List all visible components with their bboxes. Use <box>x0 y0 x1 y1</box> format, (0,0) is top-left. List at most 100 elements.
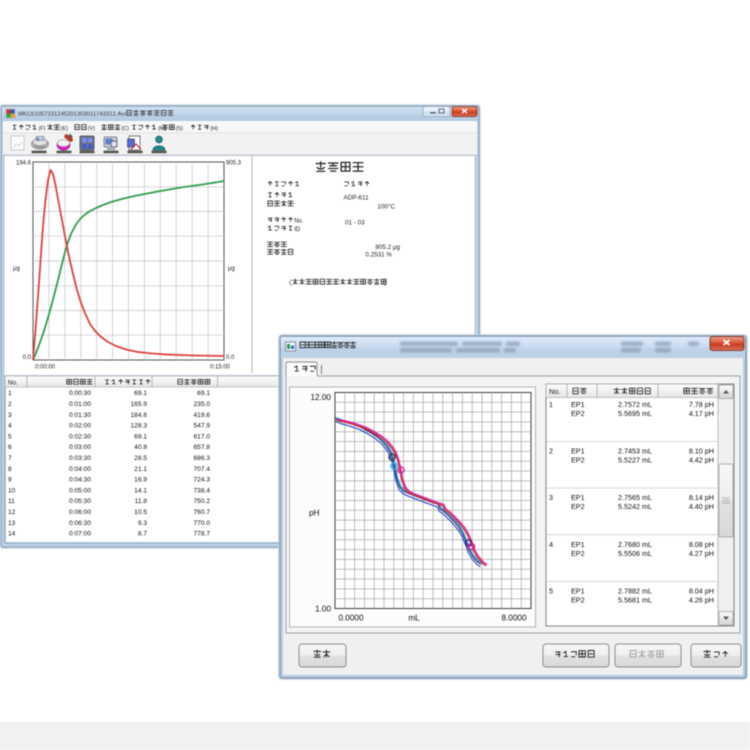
svg-text:5: 5 <box>549 586 553 595</box>
svg-text:8.14 pH: 8.14 pH <box>689 493 714 502</box>
svg-text:805.2 μg: 805.2 μg <box>375 244 400 251</box>
svg-text:5.5681 mL: 5.5681 mL <box>618 595 652 604</box>
svg-text:EP2: EP2 <box>571 409 585 418</box>
svg-text:0.0000: 0.0000 <box>338 614 363 623</box>
svg-text:ID: ID <box>294 227 301 233</box>
svg-text:8.10 pH: 8.10 pH <box>689 447 714 456</box>
svg-text:3: 3 <box>8 412 12 419</box>
svg-text:mL: mL <box>408 614 420 623</box>
svg-text:4: 4 <box>549 540 553 549</box>
svg-text:184.6: 184.6 <box>130 412 147 419</box>
svg-text:(H): (H) <box>210 126 218 132</box>
svg-text:5.5227 mL: 5.5227 mL <box>618 456 652 465</box>
svg-text:11.8: 11.8 <box>135 498 148 505</box>
svg-text:657.8: 657.8 <box>193 444 210 451</box>
svg-text:0:01:30: 0:01:30 <box>69 412 91 419</box>
svg-text:EP1: EP1 <box>571 493 585 502</box>
svg-text:3: 3 <box>549 493 553 502</box>
svg-text:μg: μg <box>13 266 20 272</box>
svg-text:1: 1 <box>8 390 12 397</box>
svg-text:2.7882 mL: 2.7882 mL <box>618 586 652 595</box>
svg-text:EP1: EP1 <box>571 400 585 409</box>
svg-text:14: 14 <box>8 531 16 538</box>
svg-text:0:05:30: 0:05:30 <box>69 498 91 505</box>
svg-text:(S): (S) <box>176 126 183 132</box>
svg-text:EP1: EP1 <box>571 540 585 549</box>
svg-text:0:04:30: 0:04:30 <box>69 477 91 484</box>
svg-text:0:00:30: 0:00:30 <box>69 390 91 397</box>
svg-text:5: 5 <box>8 433 12 440</box>
svg-text:2: 2 <box>8 401 12 408</box>
svg-text:0:00:00: 0:00:00 <box>35 365 56 371</box>
svg-text:9.3: 9.3 <box>138 520 147 527</box>
svg-text:5.5695 mL: 5.5695 mL <box>618 409 652 418</box>
svg-text:100°C: 100°C <box>377 202 395 210</box>
svg-text:7: 7 <box>8 455 12 462</box>
svg-text:8: 8 <box>8 466 12 473</box>
svg-text:4: 4 <box>8 423 12 430</box>
svg-text:〉: 〉 <box>384 279 391 287</box>
svg-text:2: 2 <box>549 447 553 456</box>
svg-text:EP2: EP2 <box>571 456 585 465</box>
svg-text:8.0000: 8.0000 <box>501 614 526 623</box>
svg-text:686.3: 686.3 <box>193 455 210 462</box>
svg-text:0:06:00: 0:06:00 <box>69 509 91 516</box>
svg-text:(C): (C) <box>121 126 129 132</box>
svg-text:MKC61057231245201303011743312.: MKC61057231245201303011743312.Avc - <box>18 111 131 117</box>
svg-text:760.7: 760.7 <box>193 509 210 516</box>
svg-text:EP2: EP2 <box>571 595 585 604</box>
svg-text:194.6: 194.6 <box>16 161 32 167</box>
svg-text:69.1: 69.1 <box>134 390 147 397</box>
svg-text:01 - 03: 01 - 03 <box>345 220 365 227</box>
svg-text:5.5242 mL: 5.5242 mL <box>618 502 652 511</box>
svg-text:28.5: 28.5 <box>134 455 147 462</box>
svg-text:No.: No. <box>8 380 18 387</box>
svg-text:(V): (V) <box>88 126 95 132</box>
svg-text:905.3: 905.3 <box>226 161 242 167</box>
svg-text:EP2: EP2 <box>571 502 585 511</box>
svg-text:0:05:00: 0:05:00 <box>69 487 91 494</box>
svg-text:14.1: 14.1 <box>134 487 147 494</box>
svg-text:8.08 pH: 8.08 pH <box>689 540 714 549</box>
svg-text:707.4: 707.4 <box>193 466 210 473</box>
svg-text:8.04 pH: 8.04 pH <box>689 586 714 595</box>
svg-text:1: 1 <box>549 400 553 409</box>
svg-text:0:01:00: 0:01:00 <box>69 401 91 408</box>
svg-text:547.9: 547.9 <box>193 423 210 430</box>
svg-text:750.2: 750.2 <box>193 498 210 505</box>
svg-text:10: 10 <box>8 487 16 494</box>
svg-text:617.0: 617.0 <box>193 433 210 440</box>
svg-text:0.2531 %: 0.2531 % <box>365 252 392 259</box>
svg-text:0:06:30: 0:06:30 <box>69 520 91 527</box>
svg-text:69.1: 69.1 <box>197 390 210 397</box>
svg-text:13: 13 <box>8 520 16 527</box>
svg-text:μg: μg <box>228 266 235 272</box>
svg-text:0:02:30: 0:02:30 <box>69 433 91 440</box>
svg-text:0:03:00: 0:03:00 <box>69 444 91 451</box>
svg-text:12.00: 12.00 <box>311 393 332 402</box>
svg-text:0:02:00: 0:02:00 <box>69 423 91 430</box>
svg-text:419.6: 419.6 <box>193 412 210 419</box>
svg-text:2.7572 mL: 2.7572 mL <box>618 400 652 409</box>
svg-text:9: 9 <box>8 477 12 484</box>
svg-text:(E): (E) <box>61 126 68 132</box>
svg-text:No.: No. <box>294 219 304 225</box>
svg-text:69.1: 69.1 <box>134 433 147 440</box>
svg-text:pH: pH <box>309 509 320 518</box>
svg-text:16.9: 16.9 <box>134 477 147 484</box>
svg-text:EP1: EP1 <box>571 586 585 595</box>
svg-text:778.7: 778.7 <box>193 531 210 538</box>
svg-text:7.78 pH: 7.78 pH <box>689 400 714 409</box>
svg-text:4.40 pH: 4.40 pH <box>689 502 714 511</box>
svg-text:738.4: 738.4 <box>193 487 210 494</box>
svg-text:724.3: 724.3 <box>193 477 210 484</box>
svg-text:11: 11 <box>8 498 15 505</box>
svg-text:4.42 pH: 4.42 pH <box>689 456 714 465</box>
svg-text:EP1: EP1 <box>571 447 585 456</box>
svg-text:770.0: 770.0 <box>193 520 210 527</box>
svg-text:0:07:00: 0:07:00 <box>69 531 91 538</box>
svg-text:4.17 pH: 4.17 pH <box>689 409 714 418</box>
svg-text:2.7565 mL: 2.7565 mL <box>618 493 652 502</box>
svg-text:10.5: 10.5 <box>134 509 147 516</box>
svg-text:6: 6 <box>8 444 12 451</box>
